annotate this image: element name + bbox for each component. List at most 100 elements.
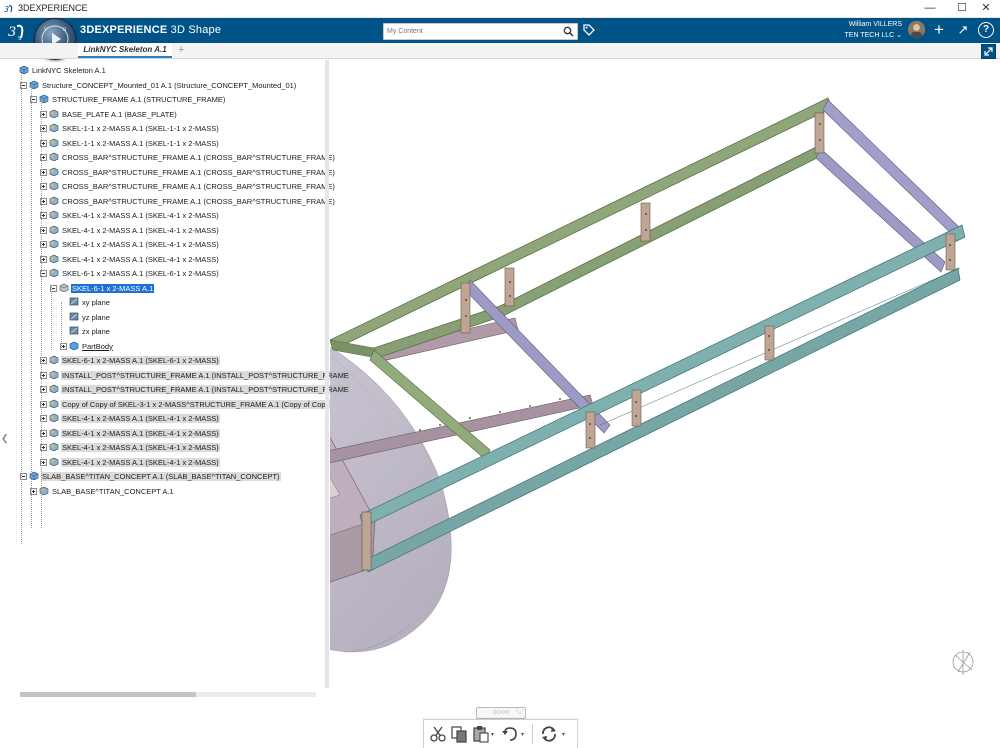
plane-icon xyxy=(69,326,79,335)
tree-node[interactable]: LinkNYC Skeleton A.1 xyxy=(10,64,107,78)
user-org: TEN TECH LLC xyxy=(844,32,895,39)
top-rail xyxy=(329,97,833,359)
tree-node[interactable]: SKEL-6-1 x 2-MASS A.1 (SKEL-6-1 x 2-MASS… xyxy=(40,267,220,281)
paste-icon[interactable] xyxy=(472,725,490,743)
tree-node[interactable]: SKEL-4-1 x 2-MASS A.1 (SKEL-4-1 x 2-MASS… xyxy=(40,224,220,238)
window-title: 3DEXPERIENCE xyxy=(18,3,88,13)
chevron-down-icon: ⌄ xyxy=(896,32,902,39)
tree-vertical-scrollbar[interactable] xyxy=(325,60,329,688)
scrollbar-thumb[interactable] xyxy=(20,692,196,697)
update-icon[interactable] xyxy=(540,725,558,743)
tree-node-label: xy plane xyxy=(82,298,110,307)
tree-node[interactable]: yz plane xyxy=(60,311,111,325)
update-options-caret[interactable]: ▾ xyxy=(562,731,565,738)
3d-viewport[interactable] xyxy=(139,58,1000,708)
tree-node[interactable]: SKEL-4-1 x 2-MASS A.1 (SKEL-4-1 x 2-MASS… xyxy=(40,427,220,441)
tree-node[interactable]: STRUCTURE_FRAME A.1 (STRUCTURE_FRAME) xyxy=(30,93,226,107)
tree-node[interactable]: xy plane xyxy=(60,296,111,310)
chevron-left-icon[interactable]: ❮ xyxy=(1,433,9,444)
tree-node[interactable]: CROSS_BAR^STRUCTURE_FRAME A.1 (CROSS_BAR… xyxy=(40,195,336,209)
cut-icon[interactable] xyxy=(429,725,447,743)
tree-node-label: SLAB_BASE^TITAN_CONCEPT A.1 (SLAB_BASE^T… xyxy=(41,472,281,481)
tree-node[interactable]: CROSS_BAR^STRUCTURE_FRAME A.1 (CROSS_BAR… xyxy=(40,180,336,194)
undo-icon[interactable] xyxy=(501,725,519,743)
frame-model[interactable] xyxy=(139,58,1000,708)
tree-node[interactable]: zx plane xyxy=(60,325,111,339)
tree-node[interactable]: SKEL-4-1 x 2-MASS A.1 (SKEL-4-1 x 2-MASS… xyxy=(40,238,220,252)
tree-guide-line xyxy=(51,287,52,350)
part-icon xyxy=(49,370,59,379)
tree-node[interactable]: INSTALL_POST^STRUCTURE_FRAME A.1 (INSTAL… xyxy=(40,383,350,397)
avatar[interactable] xyxy=(908,21,925,38)
tree-node[interactable]: INSTALL_POST^STRUCTURE_FRAME A.1 (INSTAL… xyxy=(40,369,350,383)
part-icon xyxy=(49,355,59,365)
tag-icon[interactable] xyxy=(582,23,596,37)
robot-triad-icon[interactable] xyxy=(952,650,974,675)
tree-node[interactable]: PartBody xyxy=(60,340,114,354)
tree-node[interactable]: SKEL-4-1 x 2-MASS A.1 (SKEL-4-1 x 2-MASS… xyxy=(40,253,220,267)
tree-node-label: LinkNYC Skeleton A.1 xyxy=(32,66,106,75)
close-button[interactable]: ✕ xyxy=(972,1,1000,16)
3ds-logo-icon: 3 xyxy=(4,5,13,14)
tree-node[interactable]: CROSS_BAR^STRUCTURE_FRAME A.1 (CROSS_BAR… xyxy=(40,151,336,165)
specification-tree[interactable]: LinkNYC Skeleton A.1 Structure_CONCEPT_Mo… xyxy=(10,60,350,688)
tree-node[interactable]: BASE_PLATE A.1 (BASE_PLATE) xyxy=(40,108,178,122)
tree-node[interactable]: SLAB_BASE^TITAN_CONCEPT A.1 (SLAB_BASE^T… xyxy=(20,470,281,484)
tree-node-label: SKEL-4-1 x 2-MASS A.1 (SKEL-4-1 x 2-MASS… xyxy=(62,254,219,264)
search-icon[interactable] xyxy=(563,26,574,37)
favorite-icon[interactable]: ♡ xyxy=(515,706,524,717)
part-icon xyxy=(49,167,59,176)
tree-node-selected[interactable]: SKEL-6-1 x 2-MASS A.1 xyxy=(50,282,155,296)
toolbar-separator xyxy=(532,724,533,744)
panel-collapse-strip[interactable]: ❮ xyxy=(0,60,10,688)
dassault-logo-icon[interactable]: 3 S xyxy=(6,21,28,41)
svg-text:V: V xyxy=(44,27,48,33)
brand-name: 3DEXPERIENCE xyxy=(80,24,168,36)
tree-guide-line xyxy=(31,85,32,528)
tree-guide-line xyxy=(41,98,42,528)
tree-node[interactable]: SLAB_BASE^TITAN_CONCEPT A.1 xyxy=(30,485,175,499)
part-icon xyxy=(49,413,59,423)
tree-node[interactable]: SKEL-4-1 x 2-MASS A.1 (SKEL-4-1 x 2-MASS… xyxy=(40,441,220,455)
part-icon xyxy=(49,210,59,220)
tree-node-label: BASE_PLATE A.1 (BASE_PLATE) xyxy=(62,109,177,119)
tree-node-label: yz plane xyxy=(82,312,110,322)
help-icon[interactable]: ? xyxy=(978,22,994,38)
shape-icon xyxy=(59,283,69,292)
tree-node[interactable]: Structure_CONCEPT_Mounted_01 A.1 (Struct… xyxy=(20,79,297,93)
tree-node-label: STRUCTURE_FRAME A.1 (STRUCTURE_FRAME) xyxy=(52,95,226,104)
tree-node[interactable]: CROSS_BAR^STRUCTURE_FRAME A.1 (CROSS_BAR… xyxy=(40,166,336,180)
copy-icon[interactable] xyxy=(450,725,468,743)
search-box[interactable] xyxy=(383,23,578,40)
paste-options-caret[interactable]: ▾ xyxy=(491,731,494,738)
tree-node[interactable]: SKEL-4-1 x 2-MASS A.1 (SKEL-4-1 x 2-MASS… xyxy=(40,209,220,223)
tree-node[interactable]: SKEL-4-1 x 2-MASS A.1 (SKEL-4-1 x 2-MASS… xyxy=(40,456,220,470)
plus-icon[interactable]: + xyxy=(931,21,947,38)
svg-text:3: 3 xyxy=(8,25,16,40)
tree-node[interactable]: SKEL-1-1 x 2-MASS A.1 (SKEL-1-1 x 2-MASS… xyxy=(40,122,220,136)
part-icon xyxy=(49,123,59,133)
tree-node-label: CROSS_BAR^STRUCTURE_FRAME A.1 (CROSS_BAR… xyxy=(62,167,335,177)
tree-node[interactable]: Copy of Copy of SKEL-3-1 x 2-MASS^STRUCT… xyxy=(40,398,331,412)
tab-strip: LinkNYC Skeleton A.1 + xyxy=(0,43,1000,59)
tree-node[interactable]: SKEL-1-1 x 2-MASS A.1 (SKEL-1-1 x 2-MASS… xyxy=(40,137,220,151)
tree-horizontal-scrollbar[interactable] xyxy=(20,692,316,697)
search-input[interactable] xyxy=(387,25,557,37)
tree-node-label: zx plane xyxy=(82,327,110,336)
window-title-bar: 3 3DEXPERIENCE — ☐ ✕ xyxy=(0,0,1000,18)
svg-text:S: S xyxy=(18,36,21,41)
tree-node-label: SKEL-6-1 x 2-MASS A.1 (SKEL-6-1 x 2-MASS… xyxy=(62,269,219,278)
tree-node[interactable]: SKEL-4-1 x 2-MASS A.1 (SKEL-4-1 x 2-MASS… xyxy=(40,412,220,426)
minimize-button[interactable]: — xyxy=(916,1,944,16)
tab-linknyc-skeleton[interactable]: LinkNYC Skeleton A.1 xyxy=(78,43,172,58)
tree-node[interactable]: SKEL-6-1 x 2-MASS A.1 (SKEL-6-1 x 2-MASS… xyxy=(40,354,220,368)
fit-all-button[interactable] xyxy=(981,44,996,59)
tree-node-label: SKEL-4-1 x 2-MASS A.1 (SKEL-4-1 x 2-MASS… xyxy=(61,414,220,423)
part-icon xyxy=(49,254,59,263)
share-icon[interactable]: ↗ xyxy=(955,22,971,38)
user-info[interactable]: William VILLERS TEN TECH LLC ⌄ xyxy=(845,19,903,41)
tree-guide-line xyxy=(21,70,22,544)
undo-options-caret[interactable]: ▾ xyxy=(521,731,524,738)
add-tab-button[interactable]: + xyxy=(178,43,184,57)
tree-node-label: PartBody xyxy=(82,341,113,351)
